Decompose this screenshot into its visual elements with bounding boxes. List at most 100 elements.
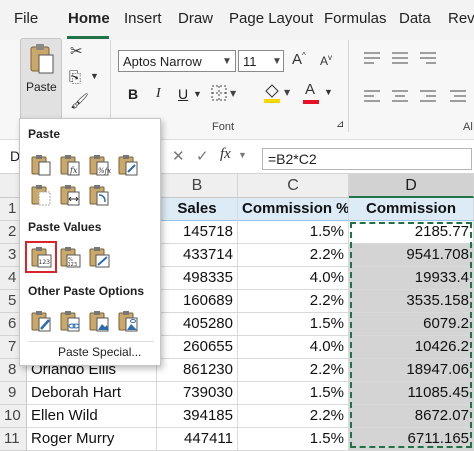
picture-icon[interactable] [87, 309, 111, 333]
keep-source-formatting-icon[interactable] [116, 153, 140, 177]
cell-header-commission-pct[interactable]: Commission % [238, 198, 349, 221]
cell-commission[interactable]: 9541.708 [349, 244, 474, 267]
cell-commission-pct[interactable]: 1.5% [238, 221, 349, 244]
tab-file[interactable]: File [14, 10, 38, 27]
active-tab-indicator [67, 36, 109, 39]
fill-color-icon[interactable]: ▼ [262, 82, 294, 104]
cell-sales[interactable]: 433714 [157, 244, 238, 267]
cell-name[interactable]: Deborah Hart [27, 382, 157, 405]
insert-function-button[interactable]: fx [220, 146, 231, 163]
column-header-b[interactable]: B [157, 174, 238, 198]
cell-commission[interactable]: 3535.158 [349, 290, 474, 313]
tab-page-layout[interactable]: Page Layout [229, 10, 313, 27]
row-header[interactable]: 11 [0, 428, 27, 451]
cell-header-sales[interactable]: Sales [157, 198, 238, 221]
cell-commission-pct[interactable]: 1.5% [238, 428, 349, 451]
paste-special-menu-item[interactable]: Paste Special... [58, 345, 141, 359]
formula-controls: ✕ ✓ fx ▼ [168, 145, 254, 167]
paste-link-icon[interactable] [58, 309, 82, 333]
shrink-font-glyph: A [320, 54, 329, 68]
font-color-glyph: A [305, 81, 316, 98]
cell-commission-pct[interactable]: 1.5% [238, 313, 349, 336]
cell-commission-pct[interactable]: 2.2% [238, 405, 349, 428]
bold-button[interactable]: B [128, 86, 138, 102]
format-painter-icon[interactable]: 🖌 [70, 94, 89, 109]
cell-commission[interactable]: 18947.06 [349, 359, 474, 382]
borders-icon[interactable]: ▼ [210, 84, 240, 104]
values-number-format-icon[interactable]: %123 [58, 245, 82, 269]
font-size-dropdown-icon[interactable]: ▼ [272, 56, 282, 67]
column-header-d[interactable]: D [349, 174, 474, 198]
cell-commission[interactable]: 6079.2 [349, 313, 474, 336]
cell-commission[interactable]: 19933.4 [349, 267, 474, 290]
row-header[interactable]: 10 [0, 405, 27, 428]
paste-values-icon[interactable]: 123 [25, 241, 57, 273]
paste-icon[interactable] [29, 153, 53, 177]
row-header[interactable]: 9 [0, 382, 27, 405]
cell-name[interactable]: Ellen Wild [27, 405, 157, 428]
paste-formulas-icon[interactable]: fx [58, 153, 82, 177]
cell-sales[interactable]: 739030 [157, 382, 238, 405]
values-source-formatting-icon[interactable] [87, 245, 111, 269]
alignment-horizontal-icons[interactable] [360, 86, 470, 106]
copy-icon[interactable]: ⎘ [69, 70, 81, 85]
cell-commission-pct[interactable]: 4.0% [238, 336, 349, 359]
font-dialog-launcher-icon[interactable]: ⊿ [336, 120, 344, 130]
cell-sales[interactable]: 861230 [157, 359, 238, 382]
tab-home[interactable]: Home [68, 10, 110, 27]
cell-sales[interactable]: 145718 [157, 221, 238, 244]
tab-draw[interactable]: Draw [178, 10, 213, 27]
font-color-icon[interactable]: A [305, 82, 315, 97]
cell-commission[interactable]: 2185.77 [349, 221, 474, 244]
cell-commission[interactable]: 11085.45 [349, 382, 474, 405]
cancel-formula-icon[interactable]: ✕ [172, 147, 185, 165]
fx-dropdown-icon[interactable]: ▼ [238, 150, 247, 160]
paste-formulas-number-format-icon[interactable]: %fx [87, 153, 111, 177]
tab-insert[interactable]: Insert [124, 10, 162, 27]
tab-review[interactable]: Revi [448, 10, 474, 27]
formatting-icon[interactable] [29, 309, 53, 333]
svg-text:▼: ▼ [230, 89, 237, 98]
column-header-c[interactable]: C [238, 174, 349, 198]
italic-button[interactable]: I [156, 86, 161, 102]
cell-commission-pct[interactable]: 4.0% [238, 267, 349, 290]
tab-data[interactable]: Data [399, 10, 431, 27]
cell-commission-pct[interactable]: 2.2% [238, 359, 349, 382]
cell-sales[interactable]: 394185 [157, 405, 238, 428]
cell-commission-pct[interactable]: 1.5% [238, 382, 349, 405]
shrink-font-icon[interactable]: Av [320, 54, 332, 68]
enter-formula-icon[interactable]: ✓ [196, 147, 209, 165]
cell-commission-pct[interactable]: 2.2% [238, 290, 349, 313]
cell-sales[interactable]: 405280 [157, 313, 238, 336]
cell-sales[interactable]: 160689 [157, 290, 238, 313]
cell-name[interactable]: Roger Murry [27, 428, 157, 451]
underline-dropdown-icon[interactable]: ▼ [193, 90, 202, 99]
formula-input[interactable]: =B2*C2 [262, 148, 472, 170]
cut-icon[interactable]: ✂ [70, 44, 83, 59]
alignment-top-icons[interactable] [360, 48, 440, 68]
cell-commission[interactable]: 10426.2 [349, 336, 474, 359]
transpose-icon[interactable] [87, 183, 111, 207]
linked-picture-icon[interactable] [116, 309, 140, 333]
copy-dropdown-icon[interactable]: ▼ [90, 72, 99, 81]
cell-header-commission[interactable]: Commission [349, 198, 474, 221]
alignment-group-label: Al [463, 121, 473, 133]
grow-font-icon[interactable]: A^ [292, 52, 306, 68]
tab-formulas[interactable]: Formulas [324, 10, 387, 27]
font-name-dropdown-icon[interactable]: ▼ [222, 56, 232, 67]
underline-button[interactable]: U [178, 86, 188, 102]
paste-button[interactable] [20, 38, 62, 120]
keep-column-widths-icon[interactable] [58, 183, 82, 207]
font-group-label: Font [212, 121, 235, 133]
cell-sales[interactable]: 447411 [157, 428, 238, 451]
cell-sales[interactable]: 498335 [157, 267, 238, 290]
cell-commission[interactable]: 8672.07 [349, 405, 474, 428]
other-paste-options-heading: Other Paste Options [28, 284, 145, 298]
font-name-input[interactable]: Aptos Narrow [118, 50, 236, 72]
cell-commission-pct[interactable]: 2.2% [238, 244, 349, 267]
cell-sales[interactable]: 260655 [157, 336, 238, 359]
cell-commission[interactable]: 6711.165 [349, 428, 474, 451]
svg-text:123: 123 [39, 259, 51, 266]
font-color-dropdown-icon[interactable]: ▼ [324, 88, 333, 97]
no-borders-icon[interactable] [29, 183, 53, 207]
